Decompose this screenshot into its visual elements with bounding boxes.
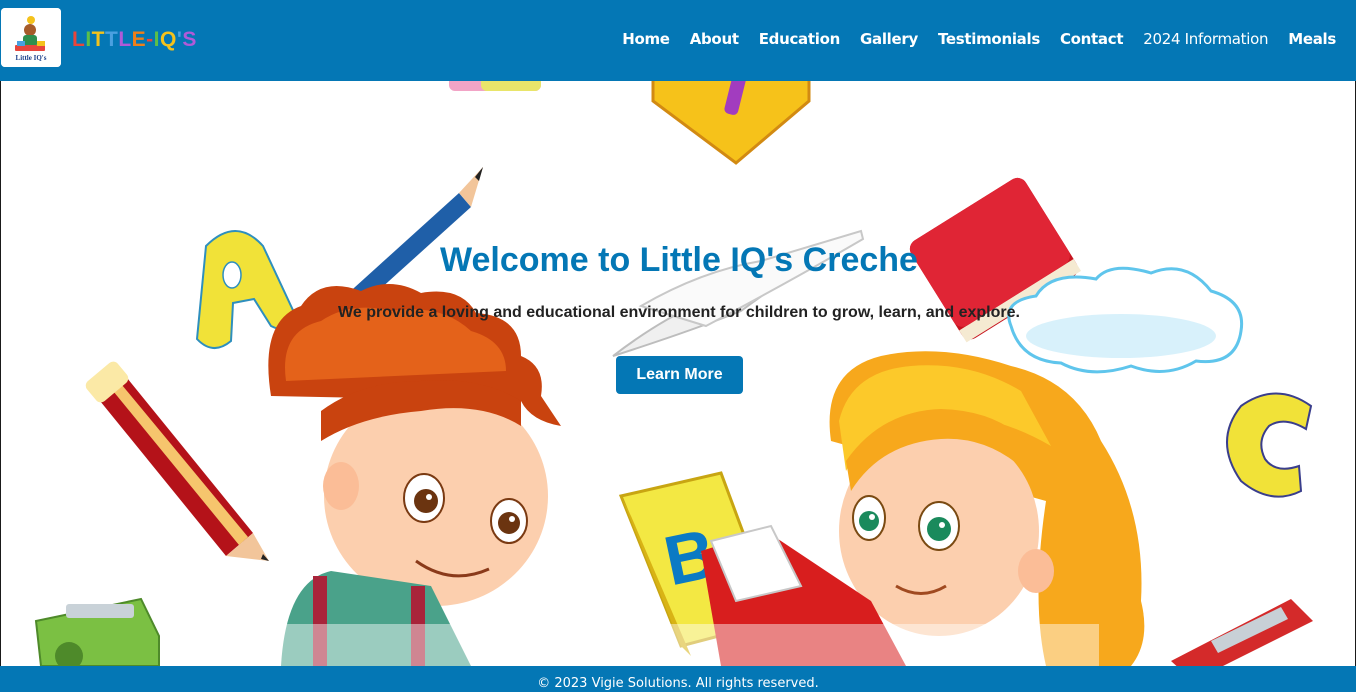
brand-letter: T — [91, 28, 105, 51]
nav-testimonials[interactable]: Testimonials — [938, 30, 1040, 48]
hero-title: Welcome to Little IQ's Creche — [440, 241, 918, 279]
brand-letter: - — [146, 28, 154, 51]
main-nav: Home About Education Gallery Testimonial… — [622, 30, 1336, 48]
logo-image: Little IQ's — [1, 8, 61, 67]
content-panel-overlay — [269, 624, 1099, 666]
brand-name[interactable]: LITTLE-IQ'S — [72, 28, 197, 52]
nav-education[interactable]: Education — [759, 30, 841, 48]
brand-letter: L — [72, 28, 86, 51]
learn-more-button[interactable]: Learn More — [616, 356, 743, 394]
nav-gallery[interactable]: Gallery — [860, 30, 918, 48]
boy-illustration — [268, 283, 561, 666]
hero-section: B Welcome to Little IQ's Creche We provi… — [0, 81, 1356, 666]
site-footer: © 2023 Vigie Solutions. All rights reser… — [0, 666, 1356, 692]
sharpener-illustration — [34, 597, 160, 666]
eraser-illustration — [449, 81, 541, 91]
marker-illustration — [1171, 599, 1313, 666]
nav-contact[interactable]: Contact — [1060, 30, 1124, 48]
brand-letter: Q — [160, 28, 177, 51]
nav-home[interactable]: Home — [622, 30, 670, 48]
svg-text:Little IQ's: Little IQ's — [16, 54, 47, 62]
nav-2024-information[interactable]: 2024 Information — [1143, 30, 1268, 48]
nav-about[interactable]: About — [690, 30, 739, 48]
brand-letter: S — [182, 28, 197, 51]
letter-c-illustration — [1226, 392, 1313, 498]
red-pencil-illustration — [85, 361, 269, 561]
nav-meals[interactable]: Meals — [1288, 30, 1336, 48]
site-logo[interactable]: Little IQ's — [1, 8, 61, 67]
letter-block-top-illustration — [651, 81, 811, 165]
brand-letter: T — [105, 28, 119, 51]
brand-letter: L — [118, 28, 132, 51]
copyright-text: © 2023 Vigie Solutions. All rights reser… — [537, 676, 819, 691]
hero-subtitle: We provide a loving and educational envi… — [338, 304, 1020, 321]
brand-letter: E — [131, 28, 147, 51]
site-header: Little IQ's LITTLE-IQ'S Home About Educa… — [0, 0, 1356, 81]
